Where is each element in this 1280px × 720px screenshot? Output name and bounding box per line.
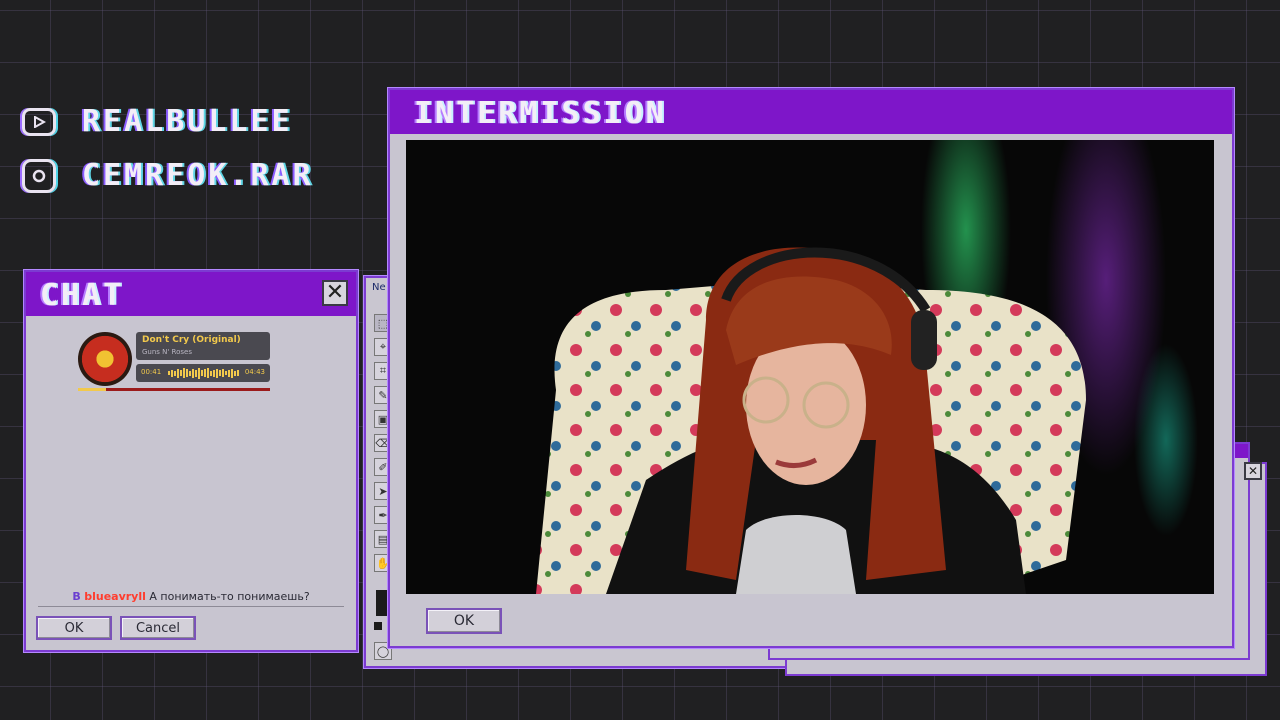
waveform-bar [222, 369, 224, 377]
intermission-titlebar: INTERMISSION [390, 90, 1232, 134]
elapsed-time: 00:41 [141, 368, 162, 376]
waveform-bar [207, 368, 209, 378]
waveform-bar [171, 369, 173, 377]
waveform-bar [225, 371, 227, 375]
now-playing-widget: Don't Cry (Original) Guns N' Roses 00:41… [78, 330, 270, 394]
duration-time: 04:43 [244, 368, 265, 376]
chat-titlebar: CHAT ✕ [26, 272, 356, 316]
intermission-ok-button[interactable]: OK [426, 608, 502, 634]
chat-message-text: А понимать-то понимаешь? [149, 590, 310, 603]
back-window-close-icon[interactable]: ✕ [1244, 462, 1262, 480]
webcam-feed [406, 140, 1214, 594]
waveform-bar [180, 370, 182, 376]
waveform-bar [201, 370, 203, 376]
user-badge: B [72, 590, 81, 603]
track-info: Don't Cry (Original) Guns N' Roses [136, 332, 270, 360]
waveform-bar [186, 369, 188, 377]
waveform-bar [204, 369, 206, 377]
waveform-bar [177, 368, 179, 378]
waveform-bar [237, 370, 239, 376]
waveform-bar [198, 367, 200, 379]
instagram-handle-text: CEMREOK.RAR [82, 158, 314, 193]
youtube-handle-text: REALBULLEE [82, 104, 293, 139]
webcam-person-image [536, 247, 1086, 594]
youtube-icon [22, 107, 56, 136]
chat-message: B blueavryll А понимать-то понимаешь? [38, 590, 344, 603]
waveform-bar [195, 369, 197, 377]
track-artist: Guns N' Roses [142, 348, 192, 356]
waveform-bar [213, 369, 215, 377]
chat-username: blueavryll [84, 590, 146, 603]
waveform-bar [216, 368, 218, 378]
track-timeline: 00:41 04:43 [136, 364, 270, 382]
paint-window-title: Ne [372, 282, 386, 293]
waveform-bar [189, 370, 191, 376]
intermission-title: INTERMISSION [414, 96, 667, 131]
instagram-icon [22, 158, 56, 193]
progress-fill [78, 388, 106, 391]
chat-cancel-button[interactable]: Cancel [120, 616, 196, 640]
youtube-handle: REALBULLEE [22, 104, 293, 139]
chat-window: CHAT ✕ Don't Cry (Original) Guns N' Rose… [24, 270, 358, 652]
waveform-bar [219, 370, 221, 376]
waveform-bar [183, 368, 185, 378]
chat-title: CHAT [40, 278, 125, 313]
waveform-bar [228, 369, 230, 377]
waveform [168, 367, 240, 379]
chat-ok-button[interactable]: OK [36, 616, 112, 640]
chat-divider [38, 606, 344, 607]
waveform-bar [210, 370, 212, 376]
instagram-handle: CEMREOK.RAR [22, 158, 314, 193]
chat-close-icon[interactable]: ✕ [322, 280, 348, 306]
track-title: Don't Cry (Original) [142, 335, 241, 345]
waveform-bar [234, 370, 236, 376]
waveform-bar [192, 368, 194, 378]
waveform-bar [231, 368, 233, 378]
album-art [78, 332, 132, 386]
waveform-bar [168, 371, 170, 375]
progress-track [78, 388, 270, 391]
mini-swatch [374, 622, 382, 630]
waveform-bar [174, 370, 176, 376]
intermission-window: INTERMISSION OK [388, 88, 1234, 648]
